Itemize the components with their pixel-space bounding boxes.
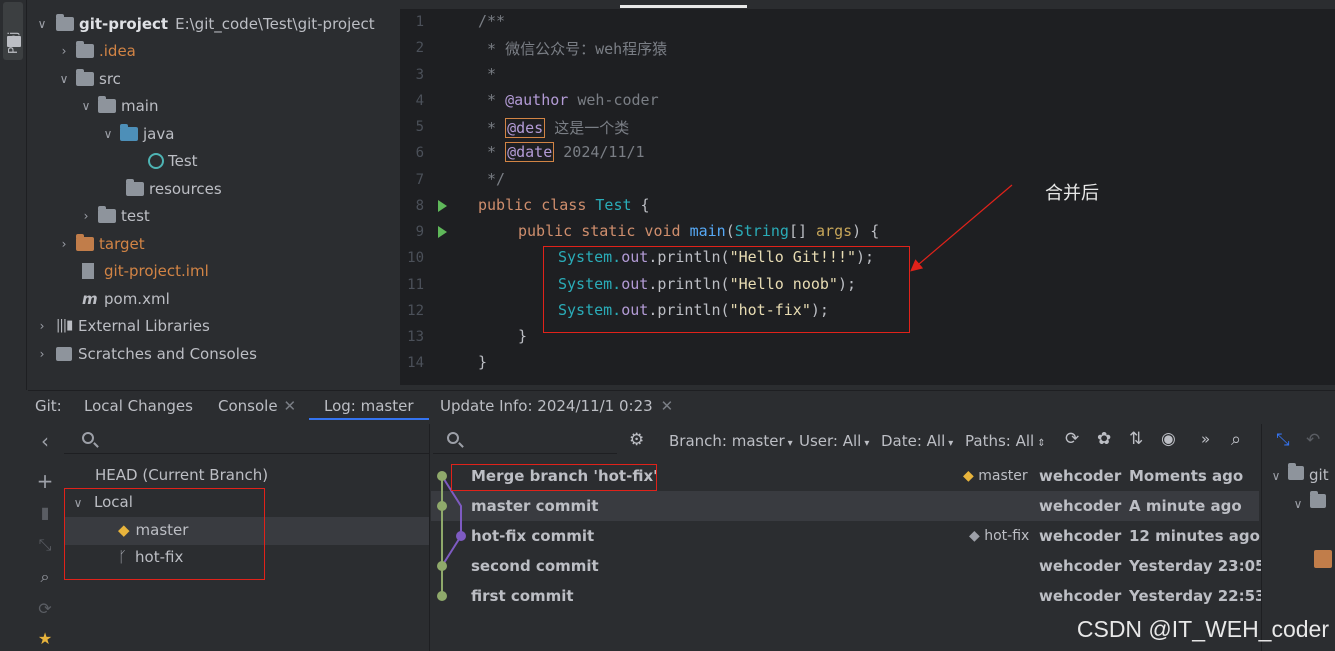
- chevron-left-icon[interactable]: ‹: [36, 431, 54, 451]
- commit-date: Moments ago: [1129, 467, 1244, 485]
- tab-update-info[interactable]: Update Info: 2024/11/1 0:23 ✕: [440, 395, 673, 420]
- commit-author: wehcoder: [1039, 497, 1122, 515]
- tag-icon: ◆: [963, 468, 974, 484]
- log-search-input[interactable]: [433, 424, 617, 454]
- compare-icon[interactable]: ⤡: [36, 536, 54, 554]
- tab-local-changes[interactable]: Local Changes: [84, 395, 193, 420]
- commit-ref: ◆ hot-fix: [969, 521, 1029, 551]
- commit-node: [456, 531, 466, 541]
- compare-icon[interactable]: ⤡: [1276, 430, 1290, 450]
- git-label: Git:: [35, 397, 62, 415]
- more-toolbar-button[interactable]: »: [1201, 430, 1210, 448]
- user-filter[interactable]: User: All ▾: [799, 432, 869, 450]
- gear-icon[interactable]: ⚙: [629, 430, 644, 450]
- commit-row[interactable]: master commit wehcoder A minute ago: [431, 491, 1259, 521]
- search-icon: [82, 432, 94, 444]
- commit-date: 12 minutes ago: [1129, 527, 1260, 545]
- eye-icon[interactable]: ◉: [1161, 429, 1176, 449]
- commit-message: first commit: [471, 587, 574, 605]
- commit-row[interactable]: first commit wehcoder Yesterday 22:53: [431, 581, 1265, 611]
- filter-label: Date: All: [881, 432, 946, 450]
- sort-arrows-icon[interactable]: ⇅: [1129, 429, 1143, 449]
- refresh-icon[interactable]: ⟳: [36, 600, 54, 618]
- add-icon[interactable]: +: [36, 471, 54, 491]
- commit-node: [437, 501, 447, 511]
- highlight-box: [64, 488, 265, 580]
- filter-label: Paths: All: [965, 432, 1035, 450]
- commit-node: [437, 591, 447, 601]
- commit-author: wehcoder: [1039, 527, 1122, 545]
- cherry-pick-icon[interactable]: ✿: [1097, 429, 1111, 449]
- watermark: CSDN @IT_WEH_coder: [1076, 616, 1329, 642]
- refresh-icon[interactable]: ⟳: [1065, 429, 1079, 449]
- search-icon[interactable]: ⌕: [1231, 429, 1241, 450]
- commit-node: [437, 561, 447, 571]
- commit-message: master commit: [471, 497, 599, 515]
- paths-filter[interactable]: Paths: All ⇕: [965, 432, 1046, 450]
- commit-node: [437, 471, 447, 481]
- tab-label: Console: [218, 397, 278, 415]
- chevron-down-icon: ▾: [787, 438, 793, 449]
- star-icon[interactable]: ★: [36, 630, 54, 648]
- commit-ref: ◆ master: [963, 461, 1028, 491]
- details-root-label: git: [1309, 466, 1329, 484]
- commit-row[interactable]: hot-fix commit ◆ hot-fix wehcoder 12 min…: [431, 521, 1260, 551]
- commit-author: wehcoder: [1039, 467, 1122, 485]
- file-icon: [1314, 550, 1332, 568]
- commit-date: Yesterday 23:05: [1129, 557, 1266, 575]
- chevron-down-icon: ▾: [948, 438, 954, 449]
- filter-label: User: All: [799, 432, 862, 450]
- branch-filter[interactable]: Branch: master ▾: [669, 432, 793, 450]
- details-tree-root[interactable]: ∨ git: [1268, 463, 1329, 484]
- commit-author: wehcoder: [1039, 557, 1122, 575]
- search-icon[interactable]: ⌕: [36, 568, 54, 586]
- date-filter[interactable]: Date: All ▾: [881, 432, 953, 450]
- close-icon[interactable]: ✕: [661, 397, 674, 415]
- ref-label: master: [978, 468, 1028, 484]
- commit-row[interactable]: second commit wehcoder Yesterday 23:05: [431, 551, 1265, 581]
- commit-author: wehcoder: [1039, 587, 1122, 605]
- chevron-down-icon: ▾: [864, 438, 870, 449]
- tab-label: Update Info: 2024/11/1 0:23: [440, 397, 653, 415]
- commit-message: second commit: [471, 557, 599, 575]
- highlight-box: [451, 464, 657, 491]
- arrow-merged-code: [910, 184, 1013, 272]
- folder-icon: [1288, 463, 1304, 480]
- branches-panel: HEAD (Current Branch) ∨ Local ◆ master ᚴ ho…: [64, 424, 430, 651]
- tab-log-master[interactable]: Log: master: [309, 395, 429, 420]
- commit-date: A minute ago: [1129, 497, 1242, 515]
- close-icon[interactable]: ✕: [284, 397, 297, 415]
- tag-icon: ◆: [969, 528, 980, 544]
- tab-console[interactable]: Console ✕: [218, 395, 296, 420]
- details-tree-child[interactable]: ∨: [1290, 491, 1331, 512]
- head-branch[interactable]: HEAD (Current Branch): [95, 466, 268, 484]
- delete-icon[interactable]: ▮: [36, 504, 54, 522]
- commit-message: hot-fix commit: [471, 527, 595, 545]
- git-side-toolbar: ‹ + ▮ ⤡ ⌕ ⟳ ★: [28, 420, 64, 651]
- search-icon: [447, 432, 459, 444]
- ref-label: hot-fix: [984, 528, 1030, 544]
- filter-label: Branch: master: [669, 432, 785, 450]
- chevron-down-icon[interactable]: ∨: [1290, 497, 1306, 511]
- commit-date: Yesterday 22:53: [1129, 587, 1266, 605]
- folder-icon: [1310, 491, 1326, 508]
- chevron-down-icon[interactable]: ∨: [1268, 469, 1284, 483]
- sort-icon: ⇕: [1037, 438, 1046, 449]
- branch-search-input[interactable]: [64, 424, 429, 454]
- undo-icon[interactable]: ↶: [1306, 430, 1320, 450]
